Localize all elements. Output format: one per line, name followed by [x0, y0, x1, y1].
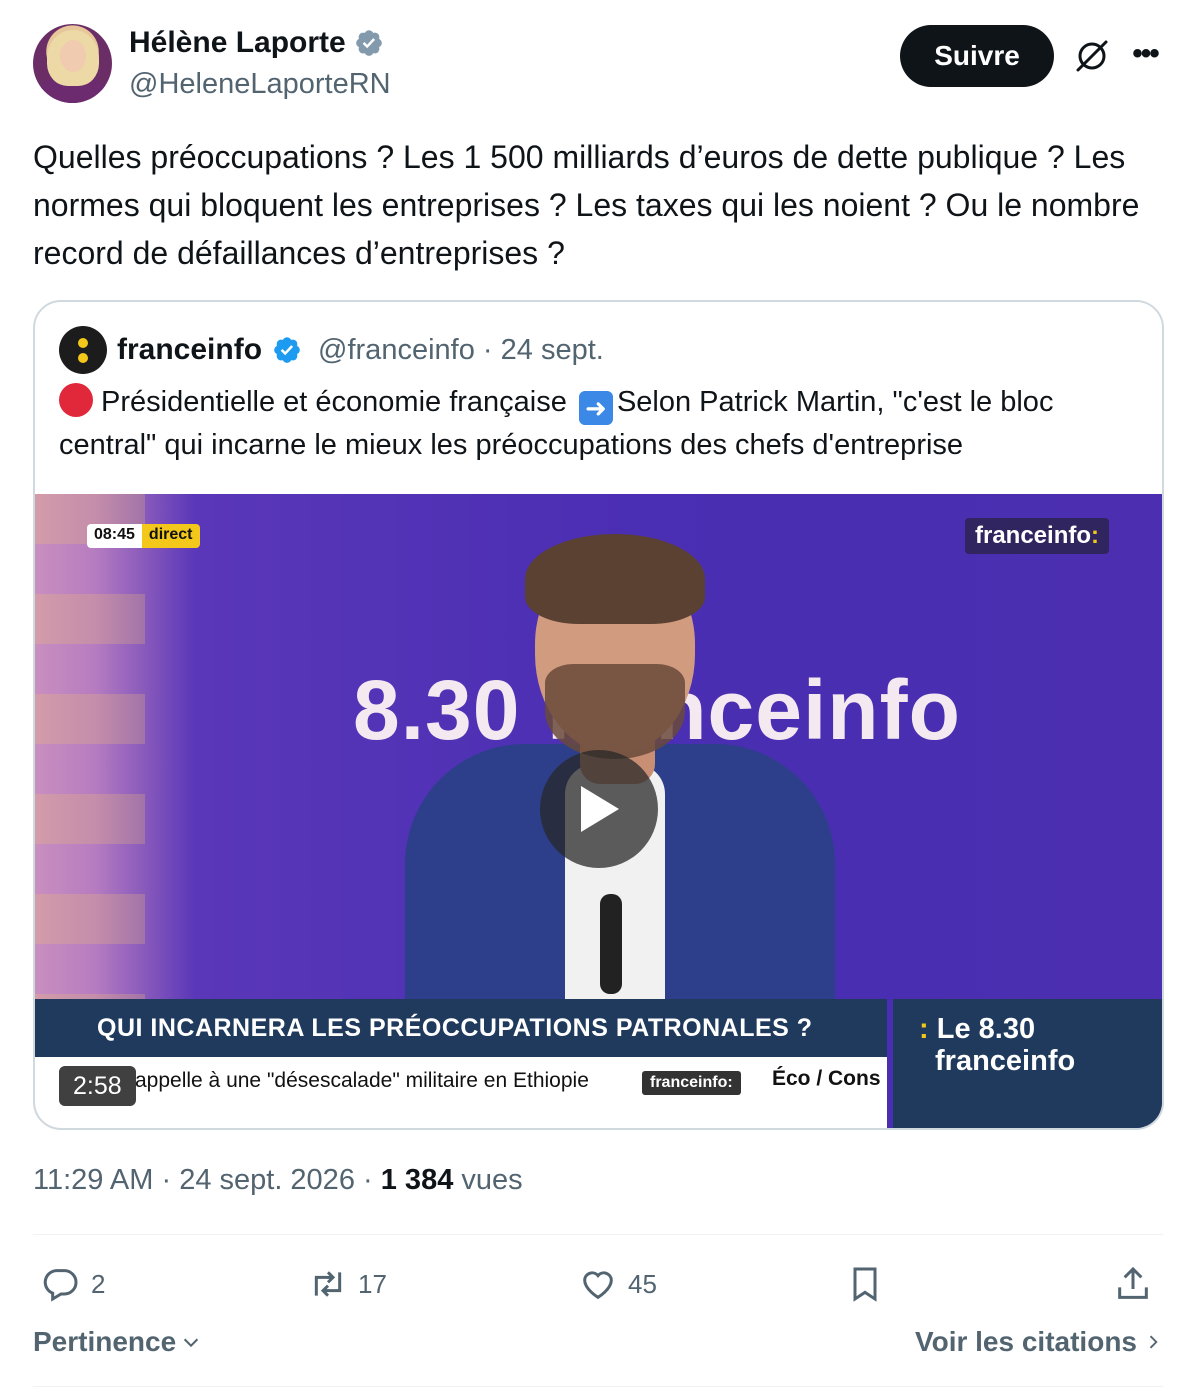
view-quotes-label: Voir les citations [915, 1326, 1137, 1357]
share-button[interactable] [1113, 1256, 1153, 1312]
more-options-icon[interactable]: ••• [1128, 36, 1162, 72]
author-name[interactable]: Hélène Laporte [129, 26, 346, 60]
right-arrow-emoji-icon: ➜ [578, 391, 613, 425]
share-icon [1118, 1266, 1148, 1299]
meta-separator: · [482, 333, 493, 366]
sort-dropdown[interactable]: Pertinence [33, 1326, 202, 1358]
video-duration: 2:58 [59, 1066, 136, 1106]
microphone [600, 894, 622, 994]
program-badge: : Le 8.30 franceinfo [893, 999, 1162, 1128]
news-ticker: appelle à une "désescalade" militaire en… [35, 1057, 887, 1128]
heart-icon [583, 1271, 613, 1300]
grok-icon[interactable] [1074, 38, 1110, 74]
replies-toolbar: Pertinence Voir les citations [33, 1326, 1163, 1366]
divider [33, 1234, 1163, 1235]
quoted-header: franceinfo @franceinfo · 24 sept. [59, 326, 604, 374]
follow-button[interactable]: Suivre [900, 25, 1054, 87]
tweet-date[interactable]: 24 sept. 2026 [179, 1164, 355, 1196]
quoted-date[interactable]: 24 sept. [501, 334, 604, 366]
quoted-handle[interactable]: @franceinfo [318, 334, 475, 366]
sort-label: Pertinence [33, 1326, 177, 1357]
verified-badge-icon [355, 30, 382, 56]
views-label: vues [461, 1164, 523, 1196]
live-time: 08:45 [87, 524, 142, 548]
reply-button[interactable]: 2 [41, 1256, 105, 1312]
like-count: 45 [628, 1268, 657, 1299]
chevron-down-icon [184, 1338, 199, 1348]
like-button[interactable]: 45 [578, 1256, 657, 1312]
tweet-meta: 11:29 AM · 24 sept. 2026 · 1 384 vues [33, 1164, 523, 1196]
verified-badge-icon [274, 337, 300, 363]
backdrop-stripes [35, 494, 145, 1014]
repost-count: 17 [358, 1268, 387, 1299]
red-circle-emoji-icon [59, 383, 93, 417]
quoted-tweet[interactable]: franceinfo @franceinfo · 24 sept. Présid… [33, 300, 1164, 1130]
lower-third-banner: QUI INCARNERA LES PRÉOCCUPATIONS PATRONA… [35, 999, 887, 1057]
channel-logo: franceinfo: [964, 518, 1109, 554]
tweet-time[interactable]: 11:29 AM [33, 1164, 153, 1196]
ticker-section: Éco / Cons [772, 1067, 881, 1090]
author-avatar[interactable] [33, 24, 112, 103]
bookmark-icon [853, 1267, 877, 1302]
live-badge: 08:45 direct [87, 524, 200, 548]
video-player[interactable]: 8.30 franceinfo 08:45 direct franceinfo:… [35, 494, 1162, 1128]
ticker-logo: franceinfo: [642, 1071, 741, 1095]
ticker-text: appelle à une "désescalade" militaire en… [135, 1069, 589, 1092]
quoted-avatar[interactable] [59, 326, 107, 374]
reply-count: 2 [91, 1268, 106, 1299]
divider [33, 1386, 1163, 1387]
live-label: direct [141, 524, 200, 548]
quoted-text: Présidentielle et économie française ➜ Se… [59, 382, 1144, 466]
quoted-text-part1: Présidentielle et économie française [101, 386, 567, 418]
repost-icon [314, 1271, 342, 1297]
play-icon [581, 786, 619, 832]
play-button[interactable] [540, 750, 658, 868]
tweet-header: Hélène Laporte @HeleneLaporteRN Suivre •… [33, 24, 1162, 104]
chevron-right-icon [1149, 1335, 1158, 1349]
author-name-row: Hélène Laporte [129, 26, 384, 60]
views-count: 1 384 [380, 1164, 454, 1196]
author-handle[interactable]: @HeleneLaporteRN [129, 68, 391, 101]
action-bar: 2 17 45 [33, 1256, 1163, 1312]
repost-button[interactable]: 17 [308, 1256, 387, 1312]
view-quotes-link[interactable]: Voir les citations [915, 1326, 1163, 1358]
reply-icon [43, 1269, 78, 1302]
bookmark-button[interactable] [845, 1256, 885, 1312]
tweet-text: Quelles préoccupations ? Les 1 500 milli… [33, 139, 1140, 271]
quoted-name[interactable]: franceinfo [117, 333, 262, 367]
